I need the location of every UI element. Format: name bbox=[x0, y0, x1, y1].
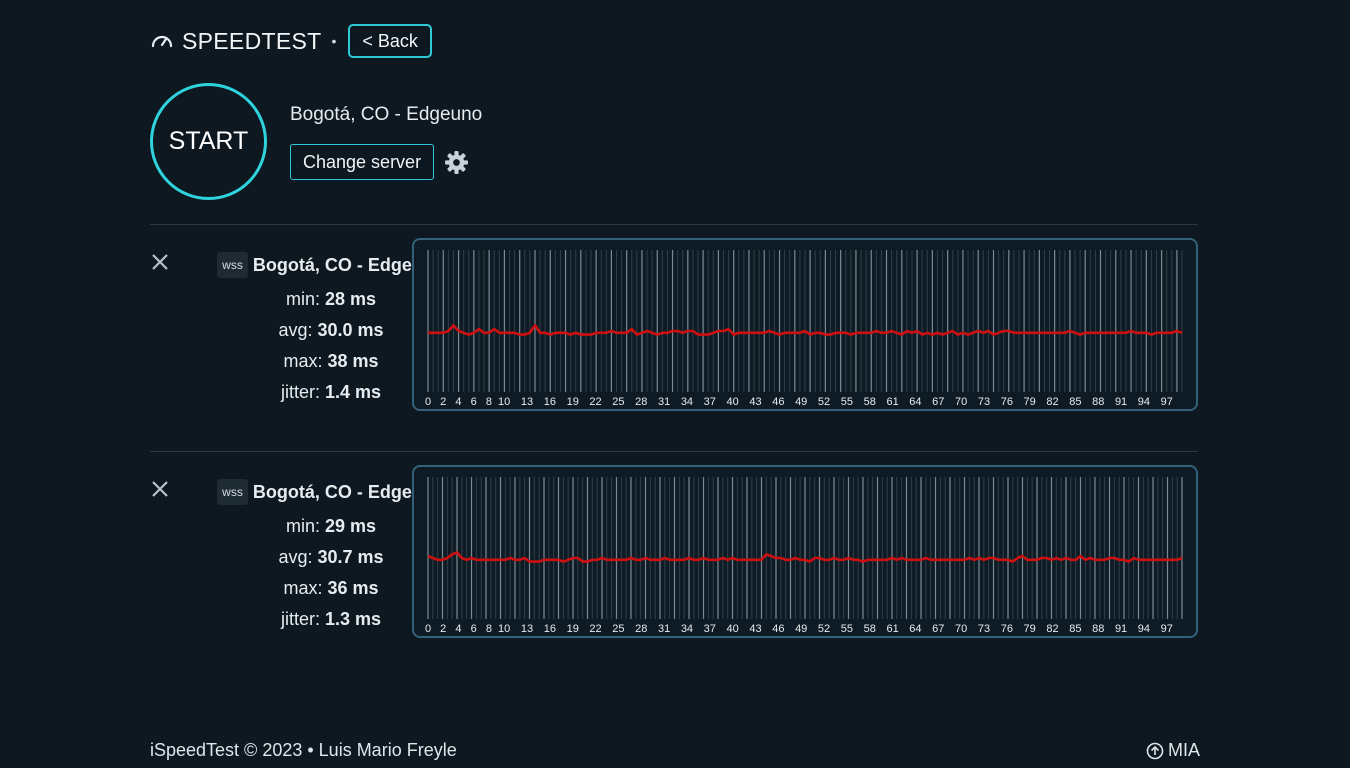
change-server-button[interactable]: Change server bbox=[290, 144, 435, 180]
x-tick-label: 79 bbox=[1024, 396, 1036, 408]
footer-credits: iSpeedTest © 2023 • Luis Mario Freyle bbox=[150, 740, 457, 760]
x-tick-label: 94 bbox=[1138, 396, 1150, 408]
x-tick-label: 76 bbox=[1001, 623, 1013, 635]
x-tick-label: 88 bbox=[1092, 396, 1104, 408]
x-tick-label: 70 bbox=[955, 396, 967, 408]
x-tick-label: 19 bbox=[567, 623, 579, 635]
server-location: MIA bbox=[1167, 740, 1200, 760]
x-tick-label: 61 bbox=[886, 396, 898, 408]
x-tick-label: 64 bbox=[909, 623, 921, 635]
x-tick-label: 58 bbox=[864, 623, 876, 635]
x-tick-label: 94 bbox=[1138, 623, 1150, 635]
x-tick-label: 55 bbox=[841, 396, 853, 408]
x-tick-label: 91 bbox=[1115, 396, 1127, 408]
back-button[interactable]: < Back bbox=[348, 24, 432, 58]
x-tick-label: 22 bbox=[589, 623, 601, 635]
x-tick-label: 4 bbox=[455, 396, 461, 408]
result-card: wss Bogotá, CO - Edgeuno min: 28 ms avg: … bbox=[150, 238, 1200, 413]
x-tick-label: 8 bbox=[486, 623, 492, 635]
chart-svg: 0 2 4 6 8 10 13 16 19 22 25 28 31 34 37 40 43 46 49 52 55 58 6… bbox=[425, 477, 1183, 635]
result-card: wss Bogotá, CO - Edgeuno min: 29 ms avg: … bbox=[150, 465, 1200, 640]
x-tick-label: 10 bbox=[498, 623, 510, 635]
x-tick-label: 31 bbox=[658, 623, 670, 635]
x-tick-label: 34 bbox=[681, 396, 693, 408]
x-tick-label: 97 bbox=[1161, 623, 1173, 635]
x-tick-label: 76 bbox=[1001, 396, 1013, 408]
x-tick-label: 6 bbox=[471, 623, 477, 635]
gear-icon[interactable] bbox=[444, 150, 469, 175]
divider bbox=[150, 451, 1198, 452]
x-tick-label: 46 bbox=[772, 396, 784, 408]
arrow-up-circle-icon bbox=[1146, 742, 1164, 759]
x-tick-label: 19 bbox=[567, 396, 579, 408]
app-title: SPEEDTEST bbox=[182, 27, 322, 54]
close-icon[interactable] bbox=[150, 479, 170, 499]
footer-location: MIA bbox=[1146, 740, 1200, 761]
x-tick-label: 73 bbox=[978, 396, 990, 408]
x-tick-label: 85 bbox=[1069, 396, 1081, 408]
chart-svg: 0 2 4 6 8 10 13 16 19 22 25 28 31 34 37 40 43 46 49 52 55 58 6… bbox=[425, 250, 1183, 408]
x-tick-label: 43 bbox=[749, 623, 761, 635]
x-tick-label: 49 bbox=[795, 396, 807, 408]
x-tick-label: 0 bbox=[425, 396, 431, 408]
x-tick-label: 31 bbox=[658, 396, 670, 408]
x-tick-label: 88 bbox=[1092, 623, 1104, 635]
close-icon[interactable] bbox=[150, 252, 170, 272]
x-tick-label: 4 bbox=[455, 623, 461, 635]
x-tick-label: 16 bbox=[544, 396, 556, 408]
title-separator: • bbox=[331, 33, 337, 49]
x-tick-label: 61 bbox=[886, 623, 898, 635]
x-tick-label: 2 bbox=[440, 623, 446, 635]
x-tick-label: 52 bbox=[818, 623, 830, 635]
x-tick-label: 64 bbox=[909, 396, 921, 408]
x-tick-label: 52 bbox=[818, 396, 830, 408]
x-tick-label: 13 bbox=[521, 396, 533, 408]
x-tick-label: 46 bbox=[772, 623, 784, 635]
x-tick-label: 91 bbox=[1115, 623, 1127, 635]
x-tick-label: 8 bbox=[486, 396, 492, 408]
x-tick-label: 0 bbox=[425, 623, 431, 635]
protocol-badge: wss bbox=[217, 252, 248, 278]
x-tick-label: 16 bbox=[544, 623, 556, 635]
latency-chart: 0 2 4 6 8 10 13 16 19 22 25 28 31 34 37 40 43 46 49 52 55 58 6… bbox=[412, 465, 1198, 638]
x-tick-label: 28 bbox=[635, 396, 647, 408]
x-tick-label: 37 bbox=[704, 623, 716, 635]
x-tick-label: 40 bbox=[727, 396, 739, 408]
x-tick-label: 55 bbox=[841, 623, 853, 635]
x-tick-label: 82 bbox=[1046, 623, 1058, 635]
x-tick-label: 34 bbox=[681, 623, 693, 635]
x-tick-label: 73 bbox=[978, 623, 990, 635]
protocol-badge: wss bbox=[217, 479, 248, 505]
x-tick-label: 37 bbox=[704, 396, 716, 408]
x-tick-label: 10 bbox=[498, 396, 510, 408]
x-tick-label: 67 bbox=[932, 396, 944, 408]
latency-chart: 0 2 4 6 8 10 13 16 19 22 25 28 31 34 37 40 43 46 49 52 55 58 6… bbox=[412, 238, 1198, 411]
server-name: Bogotá, CO - Edgeuno bbox=[290, 104, 483, 125]
header: SPEEDTEST • < Back bbox=[150, 24, 432, 58]
x-tick-label: 43 bbox=[749, 396, 761, 408]
x-tick-label: 58 bbox=[864, 396, 876, 408]
start-button[interactable]: START bbox=[150, 83, 267, 200]
x-tick-label: 85 bbox=[1069, 623, 1081, 635]
x-tick-label: 97 bbox=[1161, 396, 1173, 408]
speedometer-icon bbox=[151, 35, 173, 48]
x-tick-label: 49 bbox=[795, 623, 807, 635]
x-tick-label: 22 bbox=[589, 396, 601, 408]
x-tick-label: 70 bbox=[955, 623, 967, 635]
x-tick-label: 25 bbox=[612, 623, 624, 635]
x-tick-label: 79 bbox=[1024, 623, 1036, 635]
x-tick-label: 25 bbox=[612, 396, 624, 408]
x-tick-label: 2 bbox=[440, 396, 446, 408]
x-tick-label: 28 bbox=[635, 623, 647, 635]
x-tick-label: 82 bbox=[1046, 396, 1058, 408]
divider bbox=[150, 224, 1198, 225]
x-tick-label: 6 bbox=[471, 396, 477, 408]
x-tick-label: 40 bbox=[727, 623, 739, 635]
x-tick-label: 67 bbox=[932, 623, 944, 635]
x-tick-label: 13 bbox=[521, 623, 533, 635]
